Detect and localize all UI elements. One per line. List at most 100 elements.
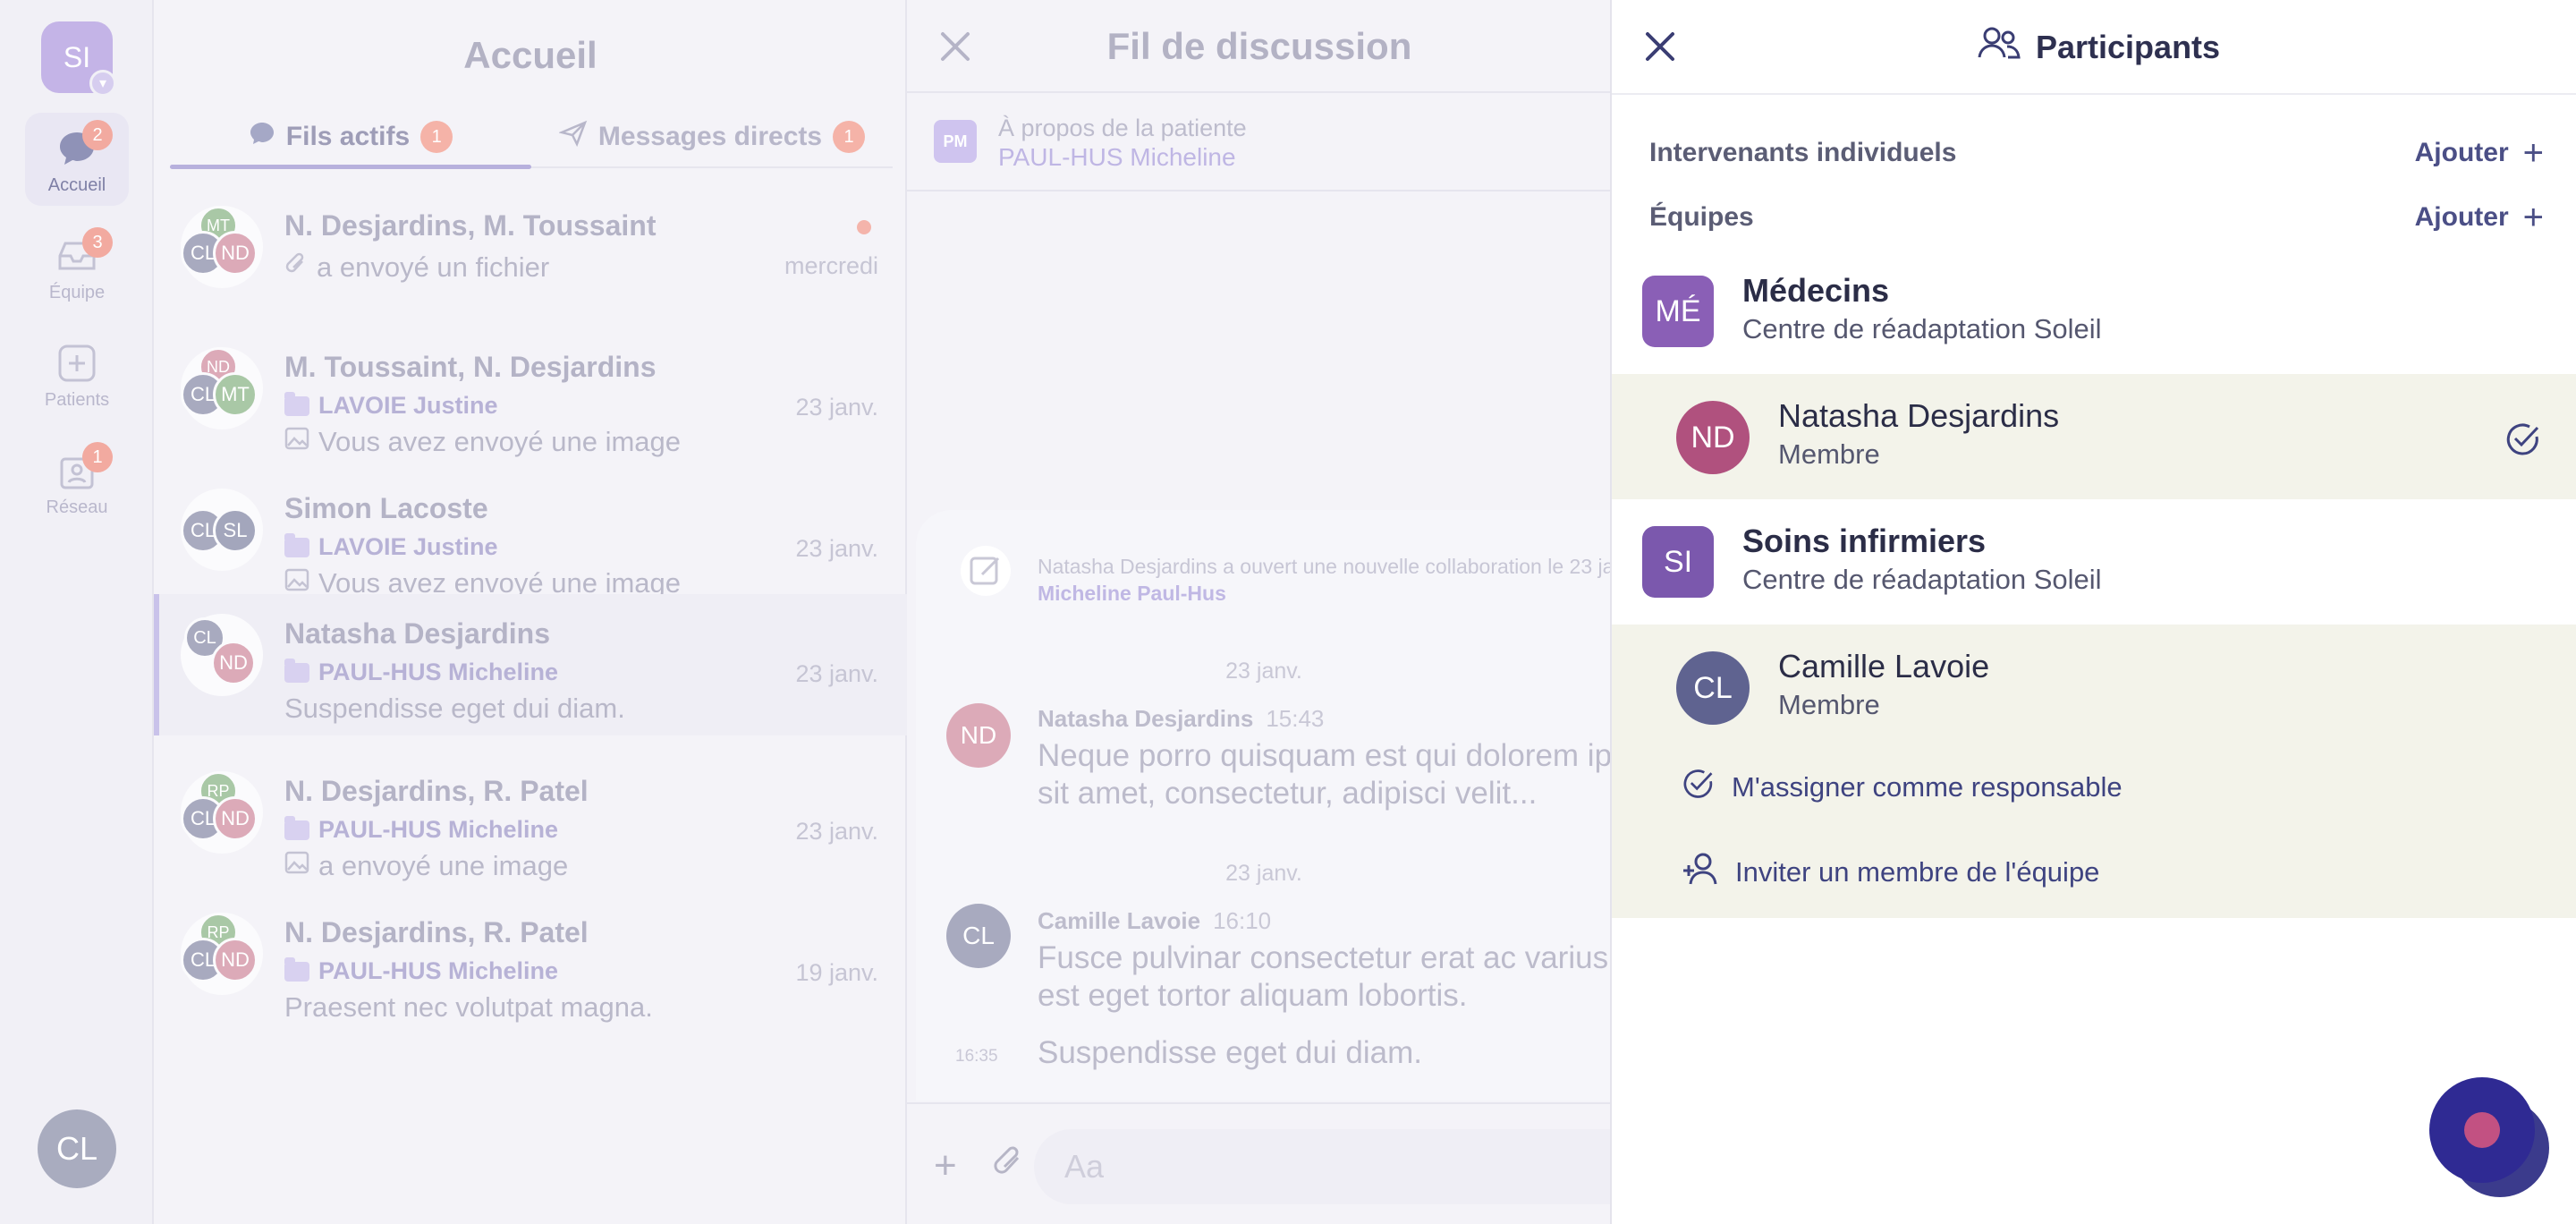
member-name: Natasha Desjardins bbox=[1778, 397, 2060, 434]
member-row[interactable]: CL Camille Lavoie Membre bbox=[1612, 625, 2576, 750]
team-organization: Centre de réadaptation Soleil bbox=[1742, 564, 2102, 595]
edit-note-icon bbox=[961, 546, 1011, 596]
tab-count-badge: 1 bbox=[420, 121, 453, 153]
message-time: 15:43 bbox=[1266, 705, 1325, 732]
conversation-item[interactable]: CL SL Simon Lacoste LAVOIE Justine Vous … bbox=[154, 469, 907, 610]
nav-patients[interactable]: Patients bbox=[25, 327, 129, 421]
thread-title: Fil de discussion bbox=[1106, 25, 1412, 67]
individuals-section: Intervenants individuels Ajouter + bbox=[1649, 133, 2544, 173]
participants-panel: Participants Intervenants individuels Aj… bbox=[1610, 0, 2576, 1224]
send-icon bbox=[557, 120, 588, 154]
tab-direct-messages[interactable]: Messages directs 1 bbox=[531, 107, 893, 166]
image-icon bbox=[284, 426, 309, 458]
avatar: ND bbox=[213, 796, 258, 841]
section-label: Intervenants individuels bbox=[1649, 138, 1957, 167]
conversation-names: Natasha Desjardins bbox=[284, 617, 551, 650]
about-label: À propos de la patiente bbox=[998, 115, 1247, 141]
conversation-names: M. Toussaint, N. Desjardins bbox=[284, 351, 657, 383]
add-person-icon bbox=[1682, 851, 1719, 894]
panel-title: Participants bbox=[2036, 28, 2221, 65]
avatar-stack: RP CL ND bbox=[181, 771, 263, 854]
conversation-names: N. Desjardins, R. Patel bbox=[284, 775, 589, 807]
member-role: Membre bbox=[1778, 689, 1880, 720]
patient-name: PAUL-HUS Micheline bbox=[318, 659, 559, 685]
inbox-tabs: Fils actifs 1 Messages directs 1 bbox=[170, 107, 893, 169]
add-team-button[interactable]: Ajouter + bbox=[2415, 198, 2544, 237]
teams-section: Équipes Ajouter + bbox=[1649, 198, 2544, 237]
notification-badge: 1 bbox=[82, 442, 113, 472]
notification-badge: 2 bbox=[82, 120, 113, 150]
nav-reseau[interactable]: Réseau 1 bbox=[25, 435, 129, 528]
tab-count-badge: 1 bbox=[833, 121, 866, 153]
nav-equipe[interactable]: Équipe 3 bbox=[25, 220, 129, 313]
avatar: MT bbox=[213, 372, 258, 417]
add-attachment-button[interactable]: + bbox=[934, 1143, 957, 1188]
paperclip-icon bbox=[284, 251, 308, 285]
patient-name: LAVOIE Justine bbox=[318, 533, 498, 560]
patient-name: PAUL-HUS Micheline bbox=[318, 957, 559, 984]
inbox-panel: Accueil Fils actifs 1 Messages directs 1… bbox=[154, 0, 1027, 1224]
folder-icon bbox=[284, 391, 309, 416]
avatar-stack: CL ND bbox=[181, 614, 263, 696]
conversation-item[interactable]: ND CL MT M. Toussaint, N. Desjardins LAV… bbox=[154, 327, 907, 469]
invite-member-button[interactable]: Inviter un membre de l'équipe bbox=[1612, 827, 2576, 918]
avatar: SL bbox=[213, 508, 258, 553]
conversation-item[interactable]: RP CL ND N. Desjardins, R. Patel PAUL-HU… bbox=[154, 752, 907, 893]
member-row[interactable]: ND Natasha Desjardins Membre bbox=[1612, 374, 2576, 499]
profile-avatar[interactable]: CL bbox=[38, 1109, 116, 1188]
avatar-stack: MT CL ND bbox=[181, 206, 263, 288]
patient-context[interactable]: PM À propos de la patiente PAUL-HUS Mich… bbox=[907, 93, 1612, 191]
chevron-down-icon: ▾ bbox=[89, 70, 116, 97]
medical-folder-icon bbox=[55, 342, 98, 385]
day-separator: 23 janv. bbox=[1225, 861, 1302, 886]
nav-accueil[interactable]: Accueil 2 bbox=[25, 113, 129, 206]
assistant-button[interactable] bbox=[2429, 1077, 2535, 1183]
avatar-stack: CL SL bbox=[181, 489, 263, 571]
avatar: ND bbox=[211, 641, 256, 685]
tab-active-threads[interactable]: Fils actifs 1 bbox=[170, 107, 531, 169]
patient-name: PAUL-HUS Micheline bbox=[318, 816, 559, 843]
member-role: Membre bbox=[1778, 438, 1880, 470]
conversation-date: 19 janv. bbox=[795, 959, 878, 986]
team-name: Médecins bbox=[1742, 272, 1890, 309]
user-avatar[interactable]: SI ▾ bbox=[41, 21, 116, 97]
folder-icon bbox=[284, 658, 309, 683]
patient-name: LAVOIE Justine bbox=[318, 392, 498, 419]
team-name: Soins infirmiers bbox=[1742, 523, 1987, 559]
paperclip-icon[interactable] bbox=[993, 1143, 1025, 1184]
close-participants-button[interactable] bbox=[1640, 27, 1680, 66]
conversation-date: 23 janv. bbox=[795, 535, 878, 562]
conversation-item[interactable]: RP CL ND N. Desjardins, R. Patel PAUL-HU… bbox=[154, 893, 907, 1034]
add-individual-button[interactable]: Ajouter + bbox=[2415, 133, 2544, 173]
conversation-date: 23 janv. bbox=[795, 818, 878, 845]
folder-icon bbox=[284, 532, 309, 557]
message-time: 16:10 bbox=[1213, 907, 1272, 934]
team-row[interactable]: SI Soins infirmiers Centre de réadaptati… bbox=[1612, 503, 2576, 628]
check-circle-icon[interactable] bbox=[2504, 421, 2542, 463]
folder-icon bbox=[284, 956, 309, 982]
check-circle-icon bbox=[1682, 767, 1716, 808]
team-avatar: SI bbox=[1642, 526, 1714, 598]
folder-icon bbox=[284, 815, 309, 840]
message-input[interactable]: Aa bbox=[1034, 1129, 1660, 1204]
avatar: CL bbox=[946, 904, 1011, 968]
navigation-rail: SI ▾ Accueil 2 Équipe 3 Patients Réseau … bbox=[0, 0, 154, 1224]
plus-icon: + bbox=[2522, 133, 2544, 173]
conversation-preview: a envoyé un fichier bbox=[317, 251, 550, 283]
conversation-names: Simon Lacoste bbox=[284, 492, 488, 524]
message-list: Natasha Desjardins a ouvert une nouvelle… bbox=[916, 510, 1671, 1101]
system-message: Natasha Desjardins a ouvert une nouvelle… bbox=[1038, 555, 1640, 578]
conversation-item-selected[interactable]: CL ND Natasha Desjardins PAUL-HUS Michel… bbox=[154, 594, 907, 735]
team-organization: Centre de réadaptation Soleil bbox=[1742, 313, 2102, 344]
system-message-link[interactable]: Micheline Paul-Hus bbox=[1038, 582, 1226, 606]
conversation-item[interactable]: MT CL ND N. Desjardins, M. Toussaint a e… bbox=[154, 186, 907, 327]
plus-icon: + bbox=[2522, 198, 2544, 237]
team-avatar: MÉ bbox=[1642, 276, 1714, 347]
conversation-names: N. Desjardins, R. Patel bbox=[284, 916, 589, 948]
record-dot-icon bbox=[2464, 1112, 2500, 1148]
section-label: Équipes bbox=[1649, 202, 1754, 232]
team-row[interactable]: MÉ Médecins Centre de réadaptation Solei… bbox=[1612, 252, 2576, 378]
assign-responsible-button[interactable]: M'assigner comme responsable bbox=[1612, 748, 2576, 827]
avatar: ND bbox=[1676, 401, 1750, 474]
chat-bubble-icon bbox=[249, 121, 275, 153]
